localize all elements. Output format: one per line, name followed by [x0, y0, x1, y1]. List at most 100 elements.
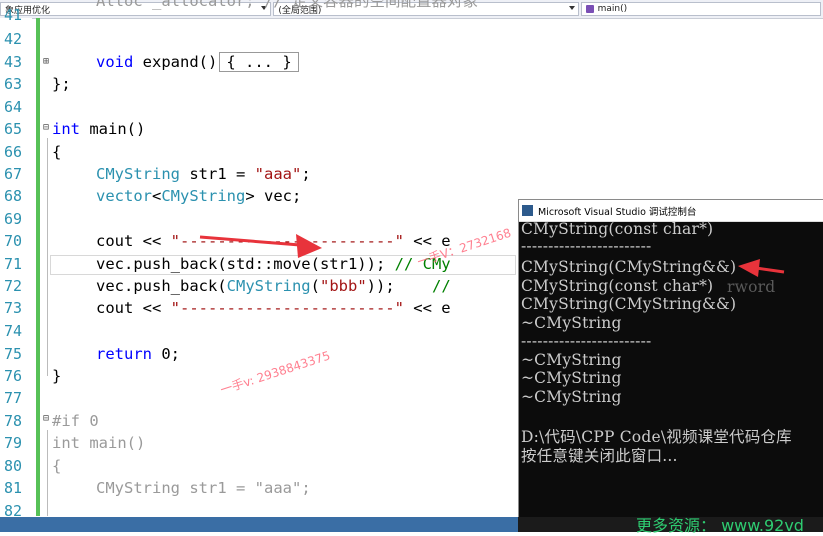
code-line-inactive: CMyString str1 = "aaa";	[96, 479, 311, 497]
type-token: CMyString	[96, 165, 180, 183]
line-number: 74	[3, 322, 22, 340]
line-number: 75	[3, 345, 22, 363]
string-token: "-----------------------"	[170, 232, 404, 250]
collapsed-block[interactable]: { ... }	[219, 52, 299, 72]
keyword-token: int	[52, 120, 80, 138]
line-number: 76	[3, 367, 22, 385]
line-number: 71	[3, 255, 22, 273]
collapse-icon[interactable]: ⊟	[43, 122, 49, 133]
line-number: 78	[3, 412, 22, 430]
console-output[interactable]: CMyString(const char*) -----------------…	[519, 220, 823, 518]
function-combo[interactable]: main()	[580, 2, 821, 16]
line-number: 63	[3, 75, 22, 93]
type-token: CMyString	[226, 277, 311, 295]
code-line: void expand(){ ... }	[96, 52, 299, 72]
line-number: 42	[3, 30, 22, 48]
console-title-bar[interactable]: Microsoft Visual Studio 调试控制台	[519, 200, 823, 222]
code-text: (	[310, 277, 320, 295]
code-text: str1 =	[180, 165, 255, 183]
line-number: 72	[3, 277, 22, 295]
fold-guide	[47, 430, 48, 516]
type-token: CMyString	[161, 187, 246, 205]
line-number: 81	[3, 479, 22, 497]
line-number: 64	[3, 98, 22, 116]
code-line: vec.push_back(CMyString("bbb")); //	[96, 277, 451, 295]
line-number: 69	[3, 210, 22, 228]
code-text: ;	[301, 165, 311, 183]
code-line: {	[52, 143, 61, 161]
code-text: str1 =	[180, 479, 255, 497]
console-line: ------------------------	[521, 237, 652, 255]
code-text: ));	[366, 277, 432, 295]
string-token: "-----------------------"	[170, 299, 404, 317]
console-line: ~CMyString	[521, 351, 622, 369]
collapse-icon[interactable]: ⊟	[43, 413, 49, 424]
console-overlap-text: rword	[727, 278, 776, 296]
fold-guide	[47, 138, 48, 376]
status-bar-left	[0, 517, 518, 532]
line-number: 65	[3, 120, 22, 138]
code-text: <	[152, 187, 162, 205]
console-line: CMyString(CMyString&&)	[521, 258, 737, 276]
line-number: 66	[3, 143, 22, 161]
code-text: ;	[301, 479, 311, 497]
code-text: Alloc _allocator; // 定义容器的空间配置器对象	[96, 0, 478, 10]
console-line: CMyString(const char*)	[521, 220, 714, 238]
comment-token: //	[432, 277, 451, 295]
debug-console-window[interactable]: Microsoft Visual Studio 调试控制台 CMyString(…	[518, 199, 823, 518]
code-text: main()	[80, 120, 146, 138]
line-number: 73	[3, 299, 22, 317]
code-line: cout << "-----------------------" << e	[96, 299, 451, 317]
line-number: 43	[3, 53, 22, 71]
code-text: {	[52, 457, 62, 475]
code-line: cout << "-----------------------" << e	[96, 232, 451, 250]
chevron-down-icon	[568, 6, 575, 10]
code-text: expand()	[133, 53, 218, 71]
type-token: vector	[96, 187, 152, 205]
type-token: CMyString	[96, 479, 180, 497]
code-text: vec.push_back(	[96, 277, 227, 295]
line-number: 80	[3, 457, 22, 475]
change-indicator-bar	[36, 18, 40, 516]
line-number: 67	[3, 165, 22, 183]
code-line: vector<CMyString> vec;	[96, 187, 301, 205]
code-text: main()	[80, 434, 146, 452]
line-number: 70	[3, 232, 22, 250]
code-text: }	[52, 367, 62, 385]
watermark-text: 一手v: 2938843375	[218, 348, 332, 398]
line-number: 79	[3, 434, 22, 452]
code-text: {	[52, 143, 62, 161]
code-text: };	[52, 75, 71, 93]
code-line-inactive: {	[52, 457, 61, 475]
code-line: #if 0	[52, 412, 99, 430]
console-line: CMyString(CMyString&&)	[521, 295, 737, 313]
code-line: CMyString str1 = "aaa";	[96, 165, 311, 183]
string-token: "bbb"	[320, 277, 367, 295]
console-line: ~CMyString	[521, 314, 622, 332]
preprocessor-token: #if 0	[52, 412, 99, 430]
code-line: int main()	[52, 120, 145, 138]
expand-icon[interactable]: ⊞	[43, 56, 49, 67]
promo-watermark: 更多资源： www.92vd	[636, 516, 804, 535]
console-line: 按任意键关闭此窗口...	[521, 447, 678, 465]
keyword-token: void	[96, 53, 134, 71]
code-line: return 0;	[96, 345, 180, 363]
code-text: cout <<	[96, 299, 171, 317]
line-number: 77	[3, 389, 22, 407]
console-title: Microsoft Visual Studio 调试控制台	[538, 206, 697, 218]
code-text: cout <<	[96, 232, 171, 250]
code-text: > vec;	[245, 187, 302, 205]
keyword-token: return	[96, 345, 152, 363]
line-number: 41	[3, 6, 22, 24]
code-line: Alloc _allocator; // 定义容器的空间配置器对象	[96, 0, 478, 11]
visual-studio-icon	[522, 205, 533, 216]
string-token: "aaa"	[254, 165, 302, 183]
keyword-token: int	[52, 434, 80, 452]
function-combo-label: main()	[597, 4, 628, 14]
console-line: ~CMyString	[521, 388, 622, 406]
line-number: 68	[3, 187, 22, 205]
console-line: ------------------------	[521, 332, 652, 350]
code-line: };	[52, 75, 71, 93]
code-text: << e	[403, 299, 451, 317]
method-icon	[585, 5, 594, 13]
